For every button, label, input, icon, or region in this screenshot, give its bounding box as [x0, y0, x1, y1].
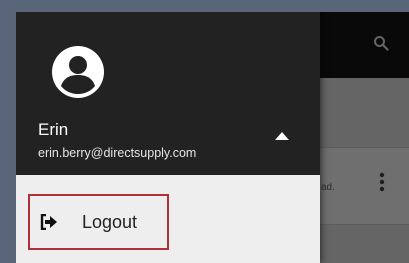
- caret-up-icon: [275, 132, 289, 140]
- account-circle-icon: [52, 46, 104, 98]
- account-toggle-button[interactable]: [272, 128, 292, 144]
- user-name: Erin: [38, 120, 69, 139]
- logout-label: Logout: [82, 211, 138, 232]
- list-item-snippet: ad.: [321, 182, 335, 193]
- sign-out-icon: [40, 214, 58, 230]
- navigation-drawer: Erin erin.berry@directsupply.com Logout: [16, 12, 320, 263]
- search-button[interactable]: [370, 32, 392, 54]
- logout-menu-item[interactable]: Logout: [28, 194, 169, 250]
- search-icon: [374, 36, 389, 51]
- avatar: [50, 44, 106, 100]
- more-vert-icon: [379, 172, 385, 192]
- app-window: ad. Erin erin.berry@directsupply.com Log…: [16, 12, 409, 263]
- list-item[interactable]: ad.: [320, 147, 409, 225]
- user-email: erin.berry@directsupply.com: [38, 146, 197, 160]
- drawer-account-header: Erin erin.berry@directsupply.com: [16, 12, 320, 175]
- more-options-button[interactable]: [375, 170, 389, 194]
